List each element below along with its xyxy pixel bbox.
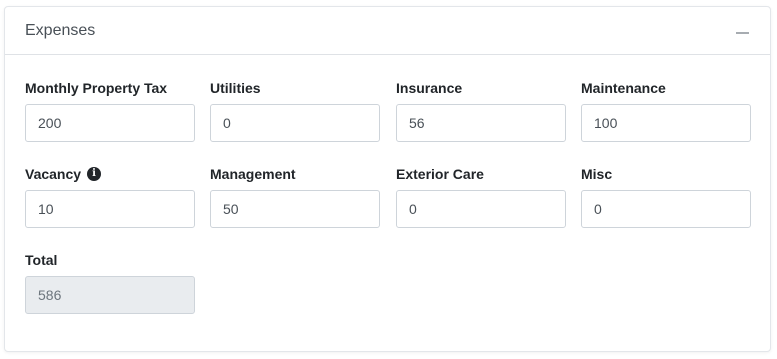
field-management: Management [210,165,380,228]
field-insurance: Insurance [396,79,566,142]
field-vacancy: Vacancy i [25,165,195,228]
vacancy-input[interactable] [25,190,195,228]
field-misc: Misc [581,165,751,228]
info-icon[interactable]: i [87,167,102,181]
field-monthly-property-tax: Monthly Property Tax [25,79,195,142]
field-maintenance: Maintenance [581,79,751,142]
field-label: Insurance [396,80,463,96]
field-label: Exterior Care [396,166,484,182]
field-utilities: Utilities [210,79,380,142]
field-label-row: Vacancy i [25,165,195,183]
field-label: Management [210,166,296,182]
field-label: Maintenance [581,80,666,96]
expenses-panel: Expenses Monthly Property Tax Utilities … [4,6,771,352]
field-label: Utilities [210,80,261,96]
exterior-care-input[interactable] [396,190,566,228]
maintenance-input[interactable] [581,104,751,142]
insurance-input[interactable] [396,104,566,142]
management-input[interactable] [210,190,380,228]
field-total: Total [25,251,195,314]
panel-header[interactable]: Expenses [5,7,770,55]
collapse-button[interactable] [732,21,752,41]
minus-icon [735,31,749,34]
field-label: Monthly Property Tax [25,80,168,96]
monthly-property-tax-input[interactable] [25,104,195,142]
field-exterior-care: Exterior Care [396,165,566,228]
field-label: Vacancy [25,166,82,182]
panel-title: Expenses [25,21,96,39]
misc-input[interactable] [581,190,751,228]
utilities-input[interactable] [210,104,380,142]
total-input[interactable] [25,276,195,314]
field-label: Total [25,252,58,268]
field-label: Misc [581,166,613,182]
